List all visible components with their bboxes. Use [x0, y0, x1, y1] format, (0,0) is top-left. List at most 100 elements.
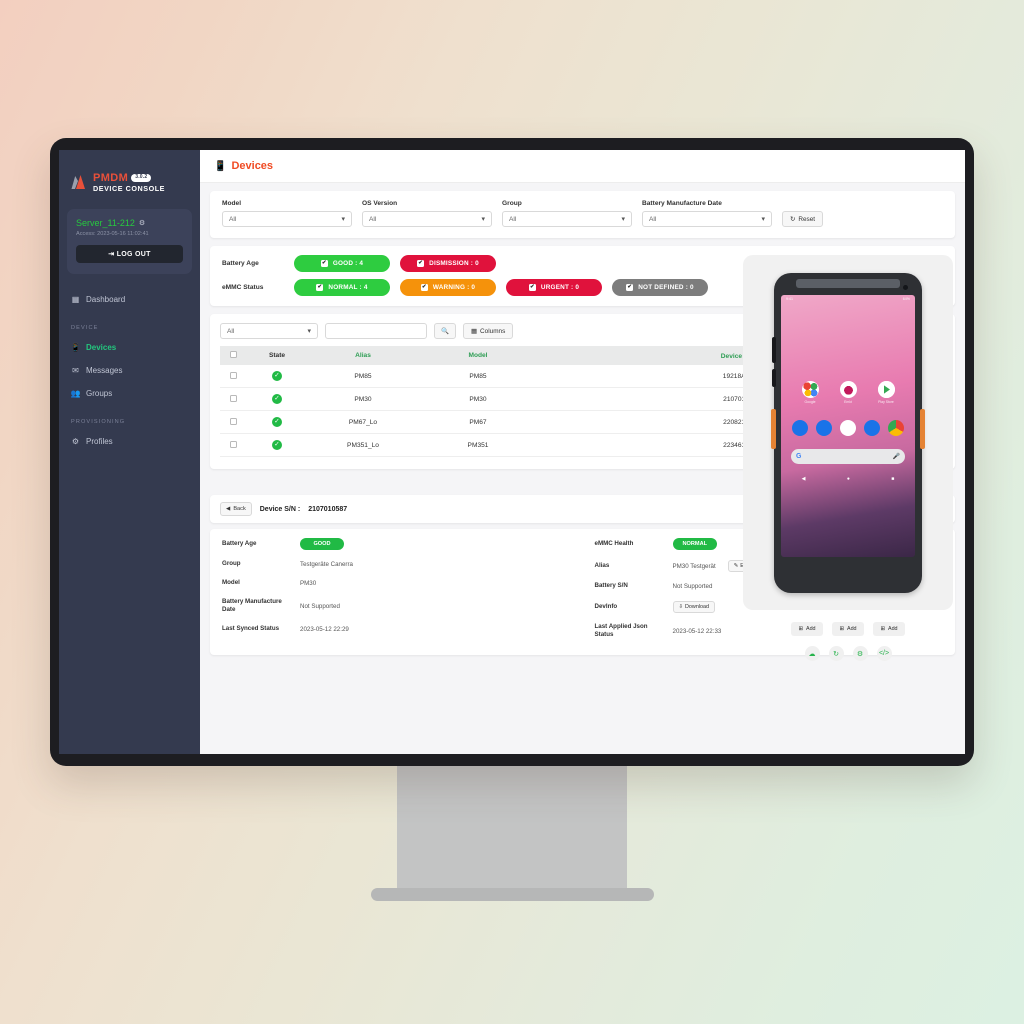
- server-card: Server_11-212 ⚙ Access: 2023-05-16 11:02…: [67, 208, 192, 274]
- model-select[interactable]: All ▾: [222, 211, 352, 227]
- phone-mockup: 9:41 64% Google Emkt Play Store G 🎤 ◀ ● …: [771, 272, 925, 593]
- page-title: Devices: [231, 160, 274, 172]
- row-checkbox[interactable]: [229, 371, 237, 379]
- play-store-icon: [877, 380, 895, 398]
- column-header-state[interactable]: State: [246, 346, 308, 365]
- battery-age-pill: GOOD: [300, 538, 344, 550]
- back-icon[interactable]: ◀: [802, 476, 806, 482]
- checkbox-icon: ✔: [320, 260, 328, 267]
- detail-sn-label: Device S/N :: [259, 505, 301, 513]
- add-button-3[interactable]: ⊞ Add: [873, 622, 905, 636]
- search-button[interactable]: 🔍: [434, 323, 456, 339]
- monitor-stand-base: [371, 888, 654, 901]
- column-header-alias[interactable]: Alias: [308, 346, 418, 365]
- code-icon[interactable]: </>: [876, 646, 892, 661]
- row-alias: PM67_Lo: [308, 410, 418, 434]
- message-icon: ✉: [72, 365, 79, 375]
- badge-urgent[interactable]: ✔ URGENT : 0: [506, 279, 602, 296]
- phone-screen: 9:41 64% Google Emkt Play Store G 🎤 ◀ ● …: [781, 294, 915, 557]
- app-emkt[interactable]: Emkt: [839, 380, 857, 404]
- phone-power-button: [772, 368, 776, 387]
- contacts-icon[interactable]: [864, 419, 880, 436]
- device-icon: 📱: [214, 160, 227, 172]
- messages-icon[interactable]: [816, 419, 832, 436]
- app-play-store[interactable]: Play Store: [877, 380, 895, 404]
- google-search-bar[interactable]: G 🎤: [791, 448, 905, 464]
- detail-value: 2023-05-12 22:33: [672, 627, 722, 635]
- detail-row-battery-manufacture-date: Battery Manufacture Date Not Supported: [210, 593, 583, 620]
- row-model: PM30: [418, 387, 538, 411]
- calendar-icon[interactable]: [840, 419, 856, 436]
- back-label: Back: [233, 506, 246, 512]
- app-label: Play Store: [878, 399, 894, 404]
- emmc-status-label: eMMC Status: [222, 284, 264, 291]
- phone-icon[interactable]: [792, 419, 808, 436]
- app-logo: PMDM 3.0.2 DEVICE CONSOLE: [59, 150, 200, 193]
- reset-label: Reset: [798, 215, 816, 223]
- sidebar-item-label: Dashboard: [86, 294, 126, 304]
- emkt-icon: [839, 380, 857, 398]
- badge-good[interactable]: ✔ GOOD : 4: [294, 255, 390, 272]
- groups-icon: 👥: [70, 388, 81, 398]
- main-content: 📱 Devices Model All ▾ OS Version All ▾ G…: [200, 150, 965, 754]
- row-alias: PM85: [308, 365, 418, 388]
- chrome-icon[interactable]: [888, 419, 904, 436]
- sidebar-item-label: Profiles: [86, 436, 113, 446]
- checkbox-icon: ✔: [316, 284, 324, 291]
- download-icon: ⇩: [678, 604, 684, 610]
- sidebar-item-groups[interactable]: 👥 Groups: [59, 382, 200, 405]
- row-alias: PM30: [308, 387, 418, 411]
- sidebar-item-devices[interactable]: 📱 Devices: [59, 336, 200, 359]
- back-button[interactable]: ◀ Back: [220, 502, 252, 516]
- row-state-cell: ✓: [246, 410, 308, 434]
- table-filter-select[interactable]: All ▾: [220, 323, 318, 339]
- columns-label: Columns: [480, 327, 506, 335]
- play-triangle-icon: [877, 380, 895, 398]
- os-version-select[interactable]: All ▾: [362, 211, 492, 227]
- gear-icon[interactable]: ⚙: [139, 219, 145, 227]
- badge-not-defined[interactable]: ✔ NOT DEFINED : 0: [612, 279, 708, 296]
- sidebar-item-profiles[interactable]: ⚙ Profiles: [59, 430, 200, 453]
- home-icon[interactable]: ●: [847, 476, 850, 482]
- sidebar-item-messages[interactable]: ✉ Messages: [59, 359, 200, 382]
- filter-model: Model All ▾: [222, 200, 352, 227]
- detail-key: Last Applied Json Status: [594, 623, 648, 639]
- badge-normal[interactable]: ✔ NORMAL : 4: [294, 279, 390, 296]
- add-button-1[interactable]: ⊞ Add: [791, 622, 823, 636]
- logo-name: PMDM: [93, 172, 129, 184]
- sidebar-item-dashboard[interactable]: ▦ Dashboard: [59, 288, 200, 311]
- battery-date-select-value: All: [649, 215, 657, 223]
- search-input[interactable]: [325, 323, 427, 339]
- recents-icon[interactable]: ■: [891, 476, 894, 482]
- columns-button[interactable]: ▦ Columns: [463, 323, 514, 339]
- app-google-folder[interactable]: Google: [801, 380, 819, 404]
- row-checkbox[interactable]: [229, 440, 237, 448]
- filter-label: Group: [502, 200, 522, 207]
- select-all-checkbox[interactable]: [229, 351, 237, 358]
- detail-key: Model: [222, 579, 240, 587]
- phone-nav-bar: ◀ ● ■: [781, 473, 915, 486]
- cloud-icon[interactable]: ☁: [804, 646, 820, 661]
- badge-warning[interactable]: ✔ WARNING : 0: [400, 279, 496, 296]
- badge-dismission[interactable]: ✔ DISMISSION : 0: [400, 255, 496, 272]
- dashboard-icon: ▦: [71, 294, 80, 304]
- status-battery: 64%: [902, 296, 910, 301]
- reset-button[interactable]: ↻ Reset: [782, 211, 824, 227]
- battery-date-select[interactable]: All ▾: [642, 211, 772, 227]
- logout-button[interactable]: ⇥ LOG OUT: [76, 244, 183, 263]
- phone-speaker: [796, 278, 900, 288]
- home-app-row: Google Emkt Play Store: [781, 303, 915, 404]
- add-button-2[interactable]: ⊞ Add: [832, 622, 864, 636]
- filter-battery-manufacture-date: Battery Manufacture Date All ▾: [642, 200, 772, 227]
- detail-value: 2023-05-12 22:29: [300, 625, 349, 633]
- phone-volume-button: [772, 336, 776, 363]
- column-header-model[interactable]: Model: [418, 346, 538, 365]
- group-select[interactable]: All ▾: [502, 211, 632, 227]
- row-checkbox[interactable]: [229, 417, 237, 425]
- refresh-icon[interactable]: ↻: [828, 646, 844, 661]
- download-devinfo-button[interactable]: ⇩ Download: [672, 601, 716, 613]
- row-checkbox[interactable]: [229, 394, 237, 402]
- badge-label: URGENT : 0: [540, 284, 580, 291]
- gear-icon[interactable]: ⚙: [852, 646, 868, 661]
- device-frame: 9:41 64% Google Emkt Play Store G 🎤 ◀ ● …: [743, 255, 953, 610]
